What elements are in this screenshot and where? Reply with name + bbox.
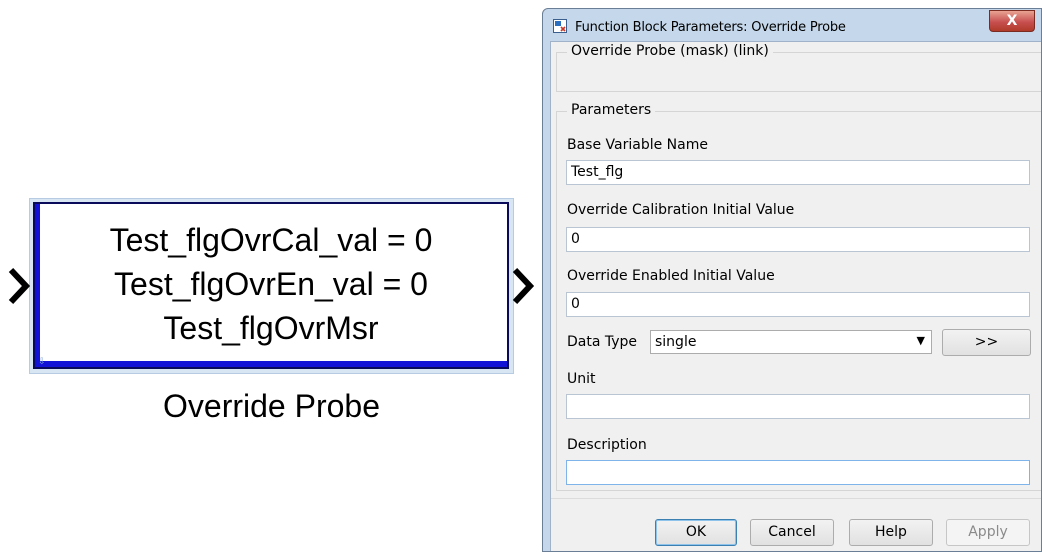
input-port-chevron-icon[interactable] [6,266,32,306]
dialog-client-area: Override Probe (mask) (link) Parameters … [550,41,1041,551]
override-cal-initial-label: Override Calibration Initial Value [567,202,795,218]
base-variable-name-field[interactable]: Test_flg [566,160,1030,185]
simulink-block-icon [553,19,567,33]
mask-header-group: Override Probe (mask) (link) [556,43,1041,92]
override-enabled-initial-label: Override Enabled Initial Value [567,268,775,284]
cancel-button[interactable]: Cancel [750,519,834,546]
block-name-label[interactable]: Override Probe [29,388,514,425]
button-row-separator [551,498,1041,499]
data-type-select[interactable]: single ▼ [650,330,932,354]
block-line-cal: Test_flgOvrCal_val = 0 [109,222,433,258]
data-type-assistant-button[interactable]: >> [942,329,1031,356]
output-port-chevron-icon[interactable] [510,266,536,306]
ok-button[interactable]: OK [655,519,737,546]
parameters-legend: Parameters [567,102,656,118]
block-line-msr: Test_flgOvrMsr [163,310,379,346]
base-variable-name-label: Base Variable Name [567,137,708,153]
block-line-en: Test_flgOvrEn_val = 0 [114,266,428,302]
block-content: Test_flgOvrCal_val = 0 Test_flgOvrEn_val… [35,218,507,350]
mask-header-label: Override Probe (mask) (link) [567,43,773,59]
override-enabled-initial-field[interactable]: 0 [566,292,1030,317]
block-resize-arrow-icon: ⇩ [38,356,46,366]
block-parameters-dialog: Function Block Parameters: Override Prob… [542,8,1042,552]
close-icon[interactable]: X [989,10,1035,32]
dialog-title: Function Block Parameters: Override Prob… [575,20,846,35]
data-type-value: single [655,334,697,350]
override-probe-block[interactable]: ⇩ Test_flgOvrCal_val = 0 Test_flgOvrEn_v… [33,202,509,369]
chevron-down-icon: ▼ [916,334,925,347]
help-button[interactable]: Help [849,519,933,546]
override-cal-initial-field[interactable]: 0 [566,227,1030,252]
unit-field[interactable] [566,394,1030,419]
description-label: Description [567,437,647,453]
apply-button[interactable]: Apply [946,519,1030,546]
unit-label: Unit [567,371,596,387]
data-type-label: Data Type [567,334,638,350]
dialog-titlebar[interactable]: Function Block Parameters: Override Prob… [543,9,1041,41]
block-bottom-accent [35,361,507,367]
description-field[interactable] [566,460,1030,485]
